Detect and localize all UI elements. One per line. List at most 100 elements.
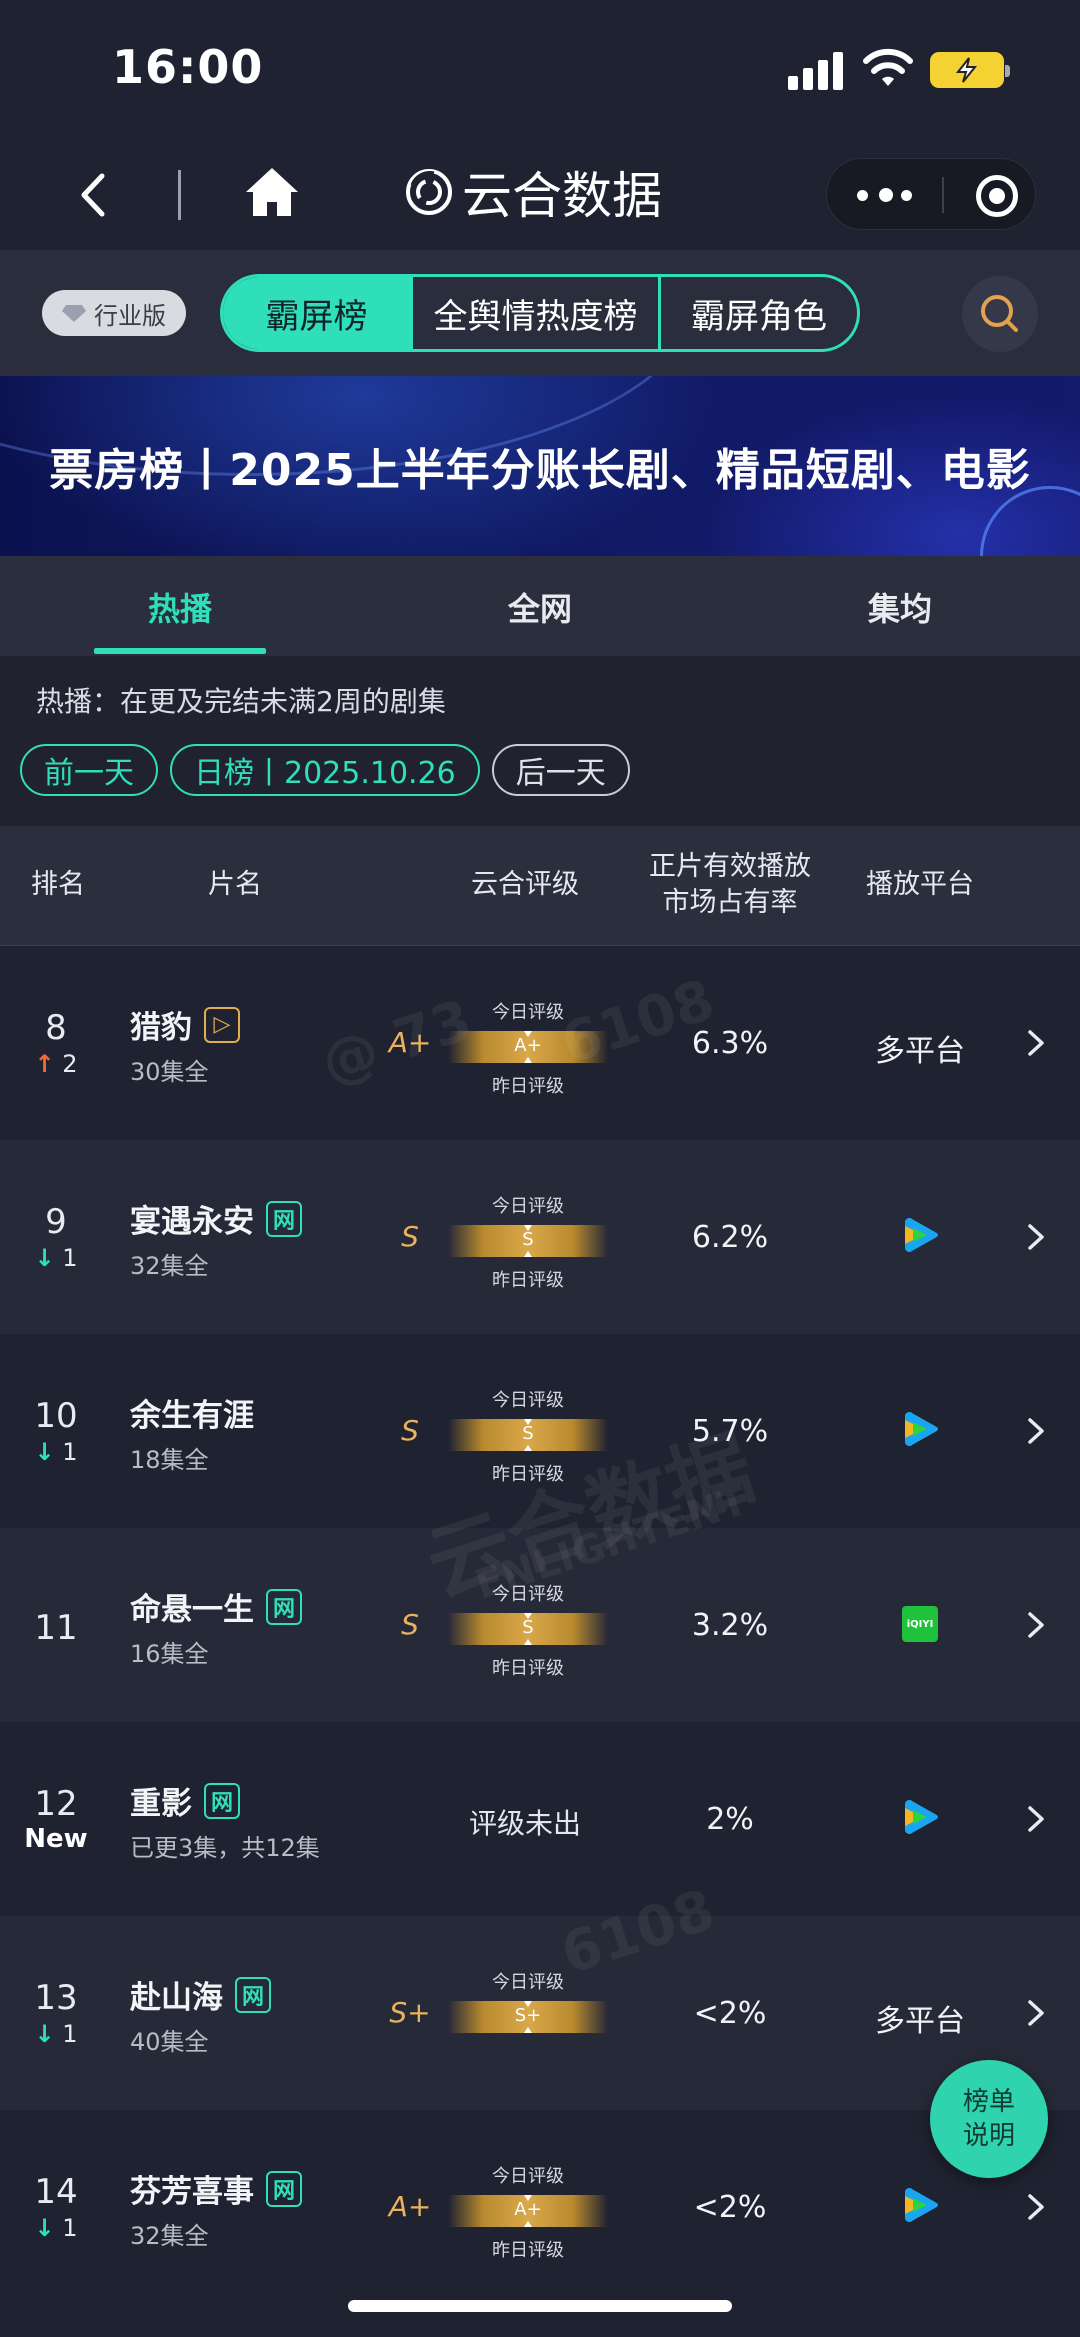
- grade-bar-value: S: [522, 1423, 534, 1444]
- float-button-line1: 榜单: [962, 2087, 1015, 2117]
- subtab-hot[interactable]: 热播: [80, 584, 280, 630]
- rank-number: 14: [34, 2172, 78, 2212]
- status-time: 16:00: [112, 40, 264, 94]
- grade-today-label: 今日评级: [492, 2166, 564, 2187]
- drama-title-group: 芬芳喜事网: [130, 2166, 302, 2211]
- grade-yesterday-label: 昨日评级: [492, 1658, 564, 1679]
- rank-change: ↓ 1: [20, 1244, 92, 1272]
- market-share: 2%: [706, 1802, 754, 1837]
- rank-number: 8: [45, 1008, 67, 1048]
- edition-badge[interactable]: 行业版: [42, 290, 186, 336]
- promo-banner[interactable]: 票房榜丨2025上半年分账长剧、精品短剧、电影: [0, 376, 1080, 556]
- grade-indicator: 今日评级 S 昨日评级: [448, 1192, 608, 1291]
- chevron-right-icon[interactable]: [1024, 2192, 1048, 2222]
- chart-description: 热播：在更及完结未满2周的剧集: [36, 685, 446, 718]
- chevron-right-icon[interactable]: [1024, 1804, 1048, 1834]
- new-badge: New: [24, 1824, 88, 1854]
- tab-bapingjuese[interactable]: 霸屏角色: [661, 277, 857, 349]
- episode-count: 18集全: [130, 1446, 209, 1474]
- drama-title-group: 命悬一生网: [130, 1584, 302, 1629]
- tab-quanyuqing[interactable]: 全舆情热度榜: [413, 277, 661, 349]
- table-row[interactable]: 14 ↓ 1 芬芳喜事网 32集全 A+ 今日评级 A+ 昨日评级 <2%: [0, 2110, 1080, 2304]
- grade-bar: S+: [448, 2001, 608, 2033]
- grade-bar: A+: [448, 2195, 608, 2227]
- header-share-line2: 市场占有率: [662, 887, 798, 918]
- rank-number: 13: [34, 1978, 78, 2018]
- market-share: <2%: [693, 2190, 767, 2225]
- episode-count: 32集全: [130, 1252, 209, 1280]
- search-icon: [981, 295, 1018, 332]
- signal-icon: [788, 52, 844, 90]
- nav-title-group: 云合数据: [404, 162, 662, 225]
- grade-bar: S: [448, 1613, 608, 1645]
- drama-title: 余生有涯: [130, 1398, 254, 1434]
- grade-yesterday-label: 昨日评级: [492, 1076, 564, 1097]
- search-button[interactable]: [962, 276, 1038, 352]
- close-miniapp-icon[interactable]: [976, 175, 1018, 217]
- drama-title-group: 余生有涯: [130, 1390, 254, 1435]
- rank-change: ↓ 1: [20, 2214, 92, 2242]
- subtab-active-indicator: [94, 648, 266, 654]
- header-grade: 云合评级: [471, 869, 579, 900]
- drama-title-group: 赴山海网: [130, 1972, 271, 2017]
- chevron-right-icon[interactable]: [1024, 1416, 1048, 1446]
- platform-text: 多平台: [875, 2004, 965, 2039]
- table-row[interactable]: 8 ↑ 2 猎豹 ▷ 30集全 A+ 今日评级 A+ 昨日评级 6.3% 多平台: [0, 946, 1080, 1140]
- chart-explanation-button[interactable]: 榜单 说明: [930, 2060, 1048, 2178]
- web-series-tag: 网: [266, 2170, 302, 2207]
- header-platform: 播放平台: [866, 869, 974, 900]
- subtab-all[interactable]: 全网: [440, 584, 640, 630]
- rank-change: ↓ 1: [20, 2020, 92, 2048]
- drama-title: 重影: [130, 1786, 192, 1822]
- grade-bar-value: S: [522, 1617, 534, 1638]
- grade-bar-value: S: [522, 1229, 534, 1250]
- table-row[interactable]: 12 New 重影网已更3集，共12集 评级未出 2%: [0, 1722, 1080, 1916]
- header-name: 片名: [208, 869, 262, 900]
- nav-bar: 云合数据: [0, 140, 1080, 250]
- grade-indicator: 今日评级 A+ 昨日评级: [448, 2162, 608, 2261]
- home-icon[interactable]: [242, 162, 302, 222]
- table-row[interactable]: 13 ↓ 1 赴山海网 40集全 S+ 今日评级 S+ <2% 多平台: [0, 1916, 1080, 2110]
- chevron-right-icon[interactable]: [1024, 1222, 1048, 1252]
- rank-change: ↑ 2: [20, 1050, 92, 1078]
- iqiyi-icon: iQIYI: [902, 1606, 938, 1642]
- chevron-right-icon[interactable]: [1024, 1998, 1048, 2028]
- next-day-button[interactable]: 后一天: [491, 744, 630, 796]
- grade-letter: S+: [389, 1996, 431, 2029]
- home-indicator[interactable]: [348, 2300, 732, 2312]
- wifi-icon: [863, 48, 913, 86]
- grade-today-label: 今日评级: [492, 1390, 564, 1411]
- drama-title: 猎豹: [130, 1010, 192, 1046]
- banner-text: 票房榜丨2025上半年分账长剧、精品短剧、电影: [49, 445, 1031, 496]
- rank-change-value: 1: [62, 2020, 78, 2048]
- web-series-tag: 网: [204, 1782, 240, 1819]
- date-picker-button[interactable]: 日榜丨2025.10.26: [170, 744, 480, 796]
- chevron-right-icon[interactable]: [1024, 1610, 1048, 1640]
- yunhe-logo-icon: [406, 169, 452, 215]
- tencent-video-icon: [897, 2182, 943, 2228]
- drama-title: 命悬一生: [130, 1592, 254, 1628]
- rank-number: 12: [34, 1784, 78, 1824]
- prev-day-button[interactable]: 前一天: [20, 744, 158, 796]
- drama-title: 宴遇永安: [130, 1204, 254, 1240]
- grade-yesterday-label: 昨日评级: [492, 2240, 564, 2261]
- episode-count: 30集全: [130, 1058, 209, 1086]
- tab-bapingbang[interactable]: 霸屏榜: [223, 277, 413, 349]
- chevron-right-icon[interactable]: [1024, 1028, 1048, 1058]
- web-series-tag: 网: [266, 1588, 302, 1625]
- grade-letter: S: [401, 1414, 419, 1447]
- more-icon[interactable]: [857, 181, 917, 209]
- rank-change-value: 2: [62, 1050, 78, 1078]
- drama-title-group: 宴遇永安网: [130, 1196, 302, 1241]
- float-button-line2: 说明: [962, 2121, 1015, 2151]
- grade-today-label: 今日评级: [492, 1196, 564, 1217]
- back-icon[interactable]: [70, 170, 120, 220]
- rank-change-value: 1: [62, 1438, 78, 1466]
- subtab-avg[interactable]: 集均: [800, 584, 1000, 630]
- sub-tabs: 热播 全网 集均: [0, 556, 1080, 656]
- rank-number: 11: [34, 1608, 78, 1648]
- header-share-line1: 正片有效播放: [649, 851, 811, 882]
- arrow-down-icon: ↓: [34, 2214, 55, 2242]
- tencent-video-icon: [897, 1406, 943, 1452]
- table-row[interactable]: 9 ↓ 1 宴遇永安网 32集全 S 今日评级 S 昨日评级 6.2%: [0, 1140, 1080, 1334]
